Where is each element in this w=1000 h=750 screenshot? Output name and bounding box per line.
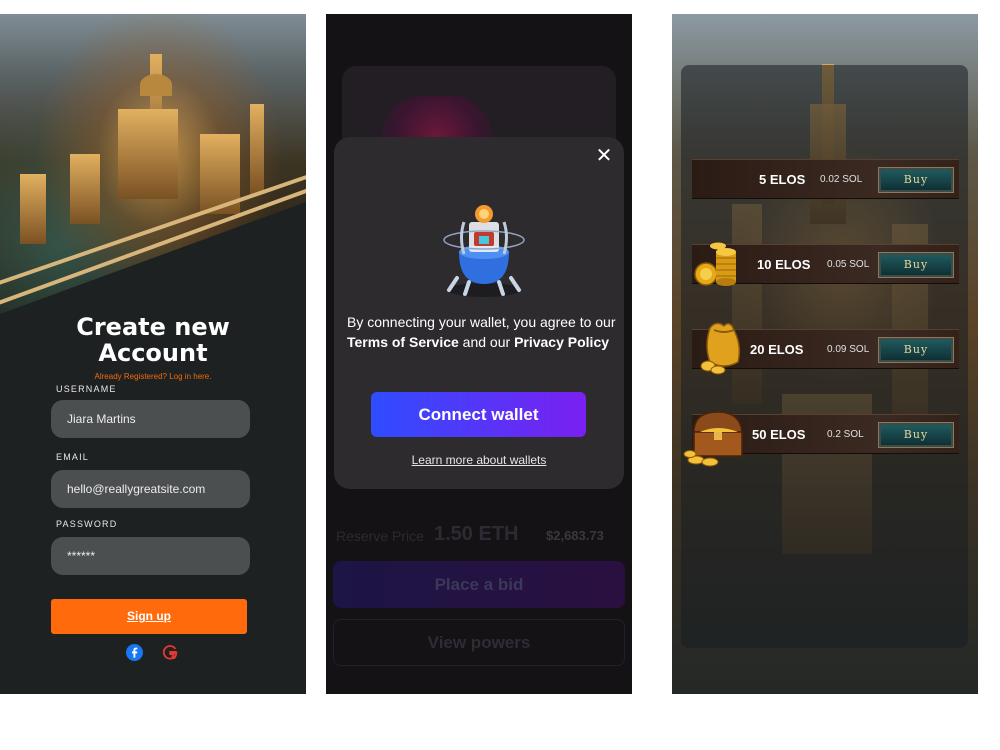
terms-text-mid: and our bbox=[458, 334, 515, 350]
privacy-policy-link[interactable]: Privacy Policy bbox=[514, 334, 609, 350]
view-powers-button[interactable]: View powers bbox=[333, 619, 625, 666]
page-title: Create new Account bbox=[0, 314, 306, 366]
password-input[interactable]: ****** bbox=[51, 537, 250, 575]
email-input[interactable]: hello@reallygreatsite.com bbox=[51, 470, 250, 508]
treasure-chest-icon bbox=[683, 411, 743, 467]
signup-screen: Create new Account Already Registered? L… bbox=[0, 14, 306, 694]
place-bid-button[interactable]: Place a bid bbox=[333, 561, 625, 608]
city-building bbox=[70, 154, 100, 224]
shop-item-price: 0.2 SOL bbox=[827, 429, 864, 440]
wallet-device-icon bbox=[443, 205, 525, 297]
connect-wallet-modal: ✕ By connecting your wallet, you agree t… bbox=[334, 137, 624, 489]
password-label: PASSWORD bbox=[56, 519, 118, 529]
city-palace bbox=[118, 109, 178, 199]
buy-button[interactable]: Buy bbox=[878, 167, 954, 193]
shop-item-price: 0.05 SOL bbox=[827, 259, 870, 270]
city-building bbox=[20, 174, 46, 244]
username-input[interactable]: Jiara Martins bbox=[51, 400, 250, 438]
reserve-price-eth: 1.50 ETH bbox=[434, 523, 519, 545]
title-line-2: Account bbox=[98, 339, 208, 367]
wallet-terms-text: By connecting your wallet, you agree to … bbox=[347, 312, 617, 352]
terms-of-service-link[interactable]: Terms of Service bbox=[347, 334, 459, 350]
fantasy-city-hero-image bbox=[0, 14, 306, 314]
learn-more-wallets-link[interactable]: Learn more about wallets bbox=[334, 453, 624, 467]
shop-item-amount: 20 ELOS bbox=[750, 342, 804, 357]
title-line-1: Create new bbox=[76, 313, 230, 341]
buy-button[interactable]: Buy bbox=[878, 337, 954, 363]
buy-button[interactable]: Buy bbox=[878, 252, 954, 278]
google-icon[interactable] bbox=[161, 644, 179, 662]
city-tower bbox=[250, 104, 264, 194]
login-link[interactable]: Already Registered? Log in here. bbox=[0, 372, 306, 381]
coin-stack-icon bbox=[694, 242, 736, 286]
coin-bag-icon bbox=[700, 322, 741, 375]
sign-up-button[interactable]: Sign up bbox=[51, 599, 247, 634]
terms-text-prefix: By connecting your wallet, you agree to … bbox=[347, 314, 616, 330]
shop-item-price: 0.09 SOL bbox=[827, 344, 870, 355]
reserve-price-usd: $2,683.73 bbox=[546, 528, 604, 543]
username-label: USERNAME bbox=[56, 384, 117, 394]
shop-screen: 5 ELOS 0.02 SOL Buy 10 ELOS 0.05 SOL Buy… bbox=[672, 14, 978, 694]
connect-wallet-button[interactable]: Connect wallet bbox=[371, 392, 586, 437]
shop-item-row: 5 ELOS 0.02 SOL Buy bbox=[692, 159, 959, 199]
city-dome bbox=[140, 74, 172, 96]
buy-button[interactable]: Buy bbox=[878, 422, 954, 448]
facebook-icon[interactable] bbox=[126, 644, 143, 661]
shop-item-amount: 5 ELOS bbox=[759, 172, 806, 187]
wallet-screen: Reserve Price 1.50 ETH $2,683.73 Place a… bbox=[326, 14, 632, 694]
shop-item-price: 0.02 SOL bbox=[820, 174, 863, 185]
email-label: EMAIL bbox=[56, 452, 90, 462]
shop-item-amount: 10 ELOS bbox=[757, 257, 811, 272]
close-icon[interactable]: ✕ bbox=[594, 145, 614, 165]
reserve-price-label: Reserve Price bbox=[336, 528, 424, 544]
shop-item-amount: 50 ELOS bbox=[752, 427, 806, 442]
